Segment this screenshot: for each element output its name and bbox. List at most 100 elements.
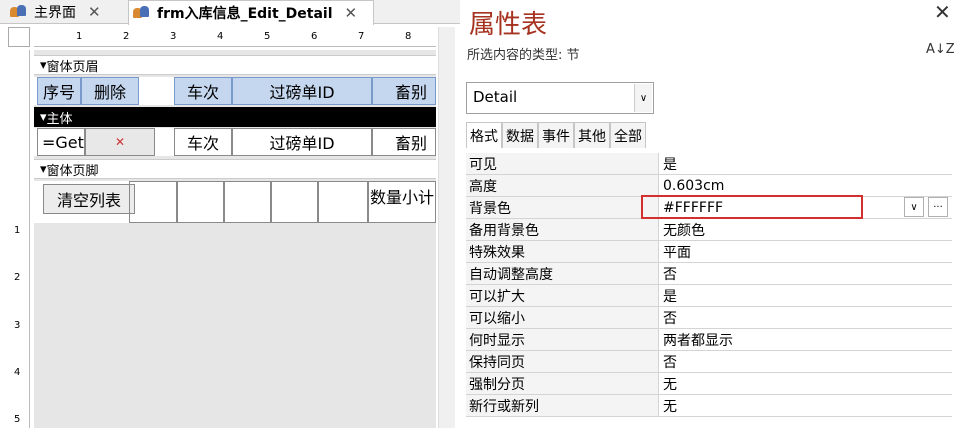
property-sheet-title: 属性表: [469, 10, 548, 40]
form-selector[interactable]: [8, 27, 30, 47]
header-band: 序号 删除 车次 过磅单ID 畜别: [34, 77, 436, 105]
sort-icon[interactable]: A↓Z: [926, 43, 954, 56]
selection-value: Detail: [473, 88, 518, 106]
property-value[interactable]: 是: [659, 153, 952, 174]
delete-button[interactable]: ✕: [85, 128, 155, 156]
property-key: 可见: [466, 153, 659, 174]
property-value[interactable]: 两者都显示: [659, 329, 952, 350]
header-cell[interactable]: 车次: [174, 77, 232, 105]
property-key: 保持同页: [466, 351, 659, 372]
close-icon[interactable]: ✕: [88, 3, 101, 21]
property-key: 背景色: [466, 197, 659, 218]
footer-cell: [177, 181, 224, 223]
vertical-scrollbar[interactable]: [438, 27, 455, 428]
selection-type-label: 所选内容的类型: 节: [467, 48, 580, 63]
ruler-mark: 1: [14, 225, 21, 236]
close-icon[interactable]: ✕: [934, 0, 951, 24]
property-row[interactable]: 保持同页否: [466, 351, 952, 373]
property-row[interactable]: 何时显示 两者都显示: [466, 329, 952, 351]
tab-main-label: 主界面: [34, 5, 76, 21]
property-row[interactable]: 可见是: [466, 153, 952, 175]
section-detail[interactable]: ▾ 主体: [34, 107, 436, 127]
property-row[interactable]: 备用背景色 无颜色: [466, 219, 952, 241]
footer-band: 清空列表 数量小计: [34, 181, 436, 223]
ruler-mark: 1: [76, 31, 83, 42]
ruler-mark: 6: [311, 31, 318, 42]
tab-detail[interactable]: frm入库信息_Edit_Detail ✕: [128, 0, 374, 25]
property-value[interactable]: 否: [659, 263, 952, 284]
vertical-ruler[interactable]: 1 2 3 4 5: [8, 50, 30, 428]
weigh-id-field[interactable]: 过磅单ID: [232, 128, 372, 156]
tab-main[interactable]: 主界面 ✕: [6, 0, 101, 24]
property-row[interactable]: 新行或新列无: [466, 395, 952, 417]
ruler-mark: 2: [14, 272, 21, 283]
expr-field[interactable]: =Get: [37, 128, 85, 156]
horizontal-ruler[interactable]: 1 2 3 4 5 6 7 8: [34, 27, 436, 47]
highlight-box: [641, 195, 863, 219]
property-row[interactable]: 可以扩大是: [466, 285, 952, 307]
tab-data[interactable]: 数据: [502, 122, 538, 148]
property-row[interactable]: 强制分页无: [466, 373, 952, 395]
property-value[interactable]: 是: [659, 285, 952, 306]
section-label: 窗体页眉: [46, 59, 99, 75]
property-row[interactable]: 自动调整高度否: [466, 263, 952, 285]
property-key: 何时显示: [466, 329, 659, 350]
delete-icon: ✕: [114, 135, 126, 149]
header-cell[interactable]: 删除: [81, 77, 139, 105]
tab-other[interactable]: 其他: [574, 122, 610, 148]
property-row[interactable]: 背景色 #FFFFFF ∨ ···: [466, 195, 952, 219]
header-cell[interactable]: 过磅单ID: [232, 77, 372, 105]
close-icon[interactable]: ✕: [345, 4, 358, 22]
property-key: 可以缩小: [466, 307, 659, 328]
property-value[interactable]: 无: [659, 373, 952, 394]
subtotal-label[interactable]: 数量小计: [368, 181, 436, 223]
header-cell[interactable]: 畜别: [372, 77, 436, 105]
ruler-mark: 4: [14, 367, 21, 378]
chevron-down-icon[interactable]: ∨: [904, 197, 924, 217]
ruler-mark: 4: [217, 31, 224, 42]
tab-event[interactable]: 事件: [538, 122, 574, 148]
property-value[interactable]: 平面: [659, 241, 952, 262]
property-value[interactable]: 否: [659, 351, 952, 372]
section-form-header[interactable]: ▾ 窗体页眉: [34, 55, 436, 75]
selection-dropdown[interactable]: Detail ∨: [466, 82, 654, 114]
property-value[interactable]: 无: [659, 395, 952, 416]
property-value[interactable]: 无颜色: [659, 219, 952, 240]
property-row[interactable]: 可以缩小否: [466, 307, 952, 329]
property-key: 新行或新列: [466, 395, 659, 416]
property-row[interactable]: 高度 0.603cm: [466, 175, 952, 197]
detail-band: =Get ✕ 车次 过磅单ID 畜别: [34, 128, 436, 156]
property-key: 特殊效果: [466, 241, 659, 262]
footer-cell: [129, 181, 177, 223]
property-key: 强制分页: [466, 373, 659, 394]
section-label: 窗体页脚: [46, 163, 99, 179]
form-icon: [10, 5, 28, 19]
tab-detail-label: frm入库信息_Edit_Detail: [157, 6, 333, 22]
ruler-mark: 3: [170, 31, 177, 42]
property-key: 高度: [466, 175, 659, 196]
train-field[interactable]: 车次: [174, 128, 232, 156]
ruler-mark: 7: [358, 31, 365, 42]
property-value[interactable]: 0.603cm: [659, 175, 952, 196]
builder-icon[interactable]: ···: [928, 197, 948, 217]
footer-cell: [224, 181, 271, 223]
ruler-mark: 5: [14, 414, 21, 425]
footer-cell: [271, 181, 318, 223]
ruler-mark: 5: [264, 31, 271, 42]
property-value-backcolor[interactable]: #FFFFFF ∨ ···: [641, 195, 952, 219]
chevron-down-icon[interactable]: ∨: [634, 84, 652, 112]
clear-list-button[interactable]: 清空列表: [43, 184, 135, 214]
property-row[interactable]: 特殊效果 平面: [466, 241, 952, 263]
tab-all[interactable]: 全部: [610, 122, 646, 148]
header-cell[interactable]: 序号: [37, 77, 81, 105]
property-key: 备用背景色: [466, 219, 659, 240]
property-value[interactable]: 否: [659, 307, 952, 328]
section-label: 主体: [46, 111, 73, 127]
footer-cell: [318, 181, 368, 223]
livestock-field[interactable]: 畜别: [372, 128, 436, 156]
property-key: 自动调整高度: [466, 263, 659, 284]
property-key: 可以扩大: [466, 285, 659, 306]
property-grid: 可见是 高度 0.603cm 背景色 #FFFFFF ∨ ··· 备用背景色 无颜色 特殊…: [466, 153, 952, 417]
section-form-footer[interactable]: ▾ 窗体页脚: [34, 159, 436, 179]
tab-format[interactable]: 格式: [466, 122, 502, 148]
